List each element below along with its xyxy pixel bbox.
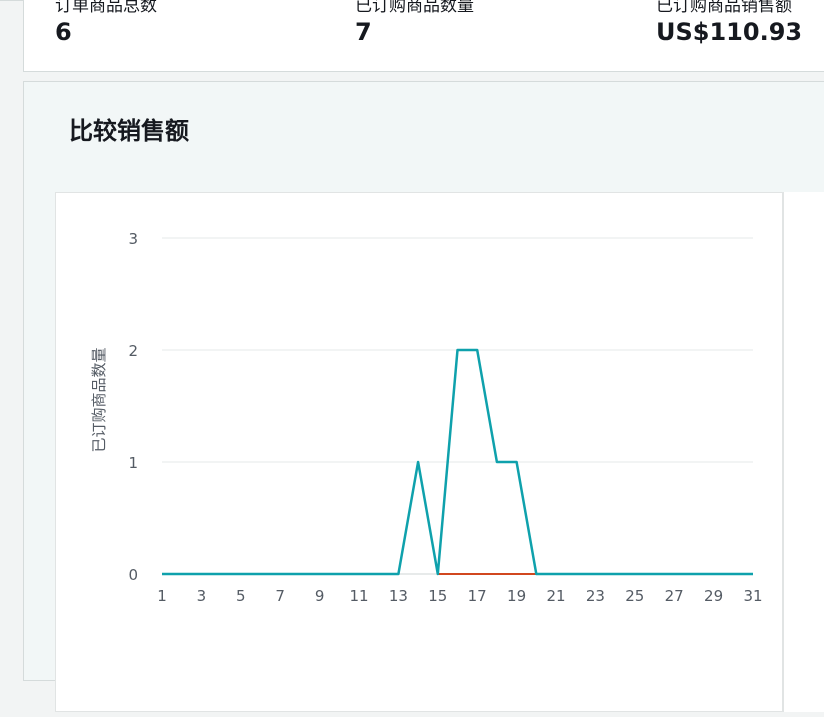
x-tick-label: 7 [275, 587, 285, 605]
x-tick-label: 11 [349, 587, 368, 605]
metric-ordered-product-sales: 已订购商品销售额 US$110.93 [656, 0, 802, 47]
chart-card: 0 1 2 3 1 3 5 7 9 11 13 15 17 19 21 23 25 27 29 31 已订购商品数量 [55, 192, 783, 712]
metric-value: 7 [355, 18, 372, 46]
x-tick-label: 25 [625, 587, 644, 605]
line-chart: 01231 3 5 7 9 11 13 15 17 19 21 23 25 27 29 31 已订购商品数量 [90, 230, 763, 605]
metric-value: US$110.93 [656, 18, 803, 46]
x-tick-label: 3 [197, 587, 207, 605]
section-title: 比较销售额 [69, 117, 189, 145]
x-tick-label: 13 [389, 587, 408, 605]
y-tick-label: 2 [128, 342, 138, 360]
y-tick-label: 0 [128, 566, 138, 584]
x-tick-label: 23 [586, 587, 605, 605]
x-tick-label: 29 [704, 587, 723, 605]
x-tick-label: 1 [157, 587, 167, 605]
x-tick-label: 15 [428, 587, 447, 605]
x-tick-label: 9 [315, 587, 325, 605]
compare-sales-panel: 比较销售额 0 1 2 3 1 3 5 7 9 11 13 15 17 19 21 23 25 27 29 31 已订… [23, 81, 824, 712]
side-panel-card [783, 192, 824, 712]
x-tick-label: 31 [743, 587, 762, 605]
metrics-card: 订单商品总数 6 已订购商品数量 7 已订购商品销售额 US$110.93 [23, 0, 824, 72]
x-tick-label: 27 [665, 587, 684, 605]
x-tick-label: 19 [507, 587, 526, 605]
y-axis-label: 已订购商品数量 [90, 347, 108, 452]
metric-label: 已订购商品数量 [355, 0, 474, 16]
metric-value: 6 [55, 18, 72, 46]
metric-label: 已订购商品销售额 [656, 0, 792, 16]
x-tick-label: 5 [236, 587, 246, 605]
grid-layer [162, 237, 753, 575]
metric-label: 订单商品总数 [55, 0, 157, 16]
x-tick-label: 21 [546, 587, 565, 605]
metric-ordered-items-total: 订单商品总数 6 [55, 0, 157, 47]
y-tick-label: 3 [128, 230, 138, 248]
metric-units-ordered: 已订购商品数量 7 [355, 0, 474, 47]
x-tick-label: 17 [468, 587, 487, 605]
axis-layer: 01231 3 5 7 9 11 13 15 17 19 21 23 25 27 29 31 [128, 230, 762, 605]
y-tick-label: 1 [128, 454, 138, 472]
